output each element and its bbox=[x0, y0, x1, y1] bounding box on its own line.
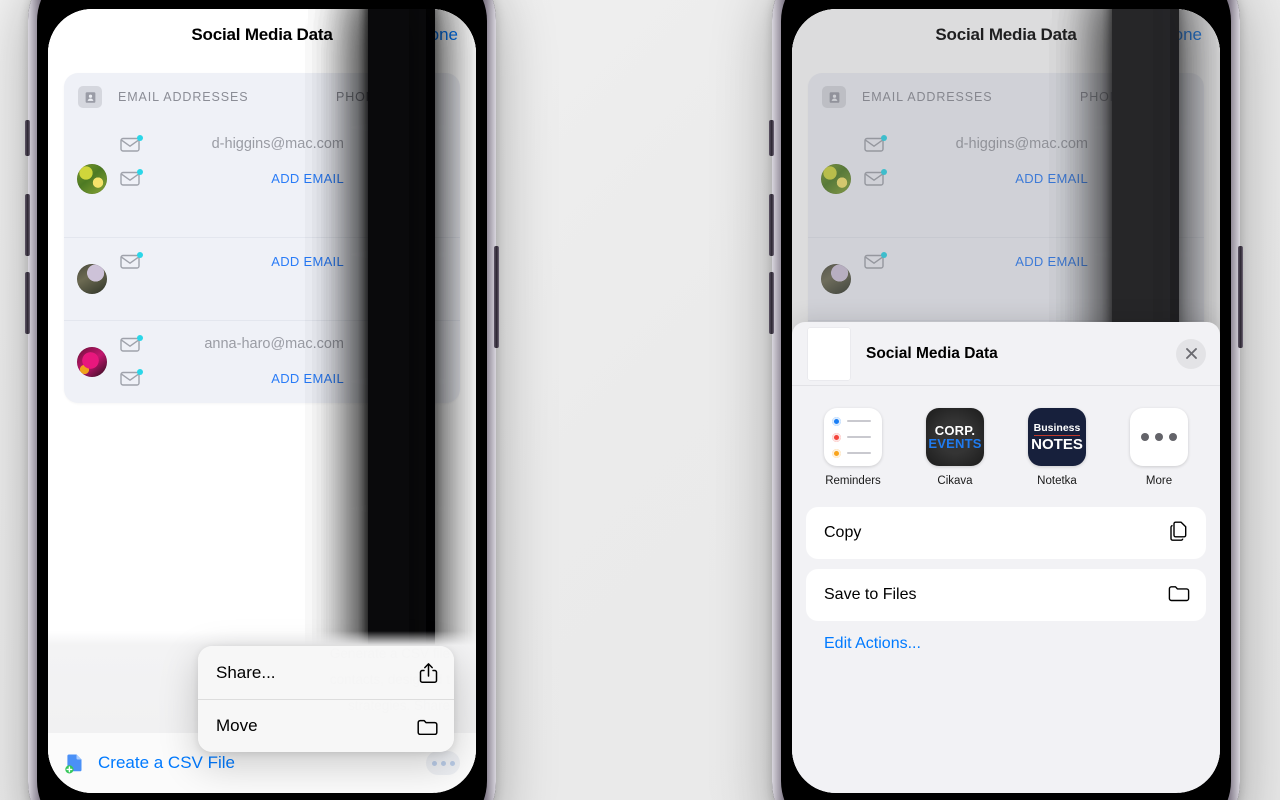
share-action-save-to-files[interactable]: Save to Files bbox=[806, 569, 1206, 621]
reminders-icon bbox=[824, 408, 882, 466]
notetka-icon: Business NOTES bbox=[1028, 408, 1086, 466]
notetka-icon-line-2: NOTES bbox=[1031, 435, 1083, 453]
avatar-cell bbox=[64, 238, 120, 320]
badge-dot bbox=[137, 368, 143, 375]
add-email-button[interactable]: ADD EMAIL bbox=[150, 254, 356, 269]
avatar-cell bbox=[64, 121, 120, 237]
share-sheet-title: Social Media Data bbox=[866, 344, 998, 362]
share-app-label-notetka: Notetka bbox=[1037, 475, 1077, 487]
table-body: d-higgins@mac.com(408) 555-ADD EMAIL(408… bbox=[64, 9, 460, 793]
share-actions-list: Copy Save to Files Edit Actions... bbox=[792, 497, 1220, 653]
column-header-email: EMAIL ADDRESSES bbox=[118, 90, 249, 104]
phone-right: Social Media Data Done EMAIL ADDRESSES P… bbox=[769, 0, 1243, 800]
share-app-notetka[interactable]: Business NOTES Notetka bbox=[1006, 408, 1108, 487]
notetka-icon-line-1: Business bbox=[1033, 421, 1081, 436]
csv-file-add-icon bbox=[62, 750, 88, 776]
contacts-icon bbox=[78, 86, 102, 108]
context-menu-label-share: Share... bbox=[216, 662, 276, 682]
add-phone-button[interactable]: ADD P bbox=[368, 9, 410, 793]
share-app-label-more: More bbox=[1145, 475, 1173, 487]
share-app-label-reminders: Reminders bbox=[825, 475, 881, 487]
close-icon[interactable] bbox=[1176, 338, 1206, 369]
share-action-label-save: Save to Files bbox=[824, 586, 917, 603]
email-cell[interactable]: ADD EMAIL bbox=[120, 368, 356, 386]
contacts-table: EMAIL ADDRESSES PHONE NUMBI d-higgins@ma… bbox=[64, 9, 460, 793]
shortcut-editor-right: Social Media Data Done EMAIL ADDRESSES P… bbox=[792, 9, 1220, 793]
row-cells: anna-haro@mac.com555-522-ADD EMAILADD P bbox=[120, 9, 460, 793]
copy-icon bbox=[1168, 520, 1190, 547]
email-value: d-higgins@mac.com bbox=[211, 136, 344, 152]
cikava-icon-line-1: CORP. bbox=[934, 422, 976, 438]
envelope-icon bbox=[120, 334, 143, 352]
context-menu: Share... Move bbox=[198, 646, 454, 752]
email-cell: anna-haro@mac.com bbox=[120, 334, 356, 352]
silent-switch-left[interactable] bbox=[25, 120, 30, 156]
avatar bbox=[77, 264, 107, 294]
table-row: anna-haro@mac.com555-522-ADD EMAILADD P bbox=[64, 9, 460, 793]
volume-up-button-left[interactable] bbox=[25, 194, 30, 256]
more-icon bbox=[1130, 408, 1188, 466]
folder-icon bbox=[1168, 584, 1190, 607]
envelope-icon bbox=[120, 251, 143, 269]
badge-dot bbox=[137, 334, 143, 341]
phone-right-screen: Social Media Data Done EMAIL ADDRESSES P… bbox=[792, 9, 1220, 793]
context-menu-item-share[interactable]: Share... bbox=[198, 646, 454, 699]
ellipsis-icon[interactable] bbox=[426, 751, 460, 775]
envelope-icon bbox=[120, 368, 143, 386]
share-action-copy[interactable]: Copy bbox=[806, 507, 1206, 559]
share-app-reminders[interactable]: Reminders bbox=[802, 408, 904, 487]
envelope-icon bbox=[120, 134, 143, 152]
table-cell-line: ADD EMAIL ADD P bbox=[120, 9, 460, 793]
add-email-button[interactable]: ADD EMAIL bbox=[150, 371, 356, 386]
cikava-icon-line-2: EVENTS bbox=[928, 435, 982, 451]
avatar-cell bbox=[64, 321, 120, 403]
create-csv-label: Create a CSV File bbox=[98, 753, 235, 772]
share-icon bbox=[416, 662, 438, 684]
email-cell[interactable]: ADD EMAIL bbox=[120, 251, 356, 269]
badge-dot bbox=[137, 168, 143, 175]
screenshot-root: Social Media Data Done EMAIL ADDRESSES P… bbox=[0, 0, 1280, 800]
document-thumbnail bbox=[808, 327, 850, 380]
share-app-cikava[interactable]: CORP. EVENTS Cikava bbox=[904, 408, 1006, 487]
email-value: anna-haro@mac.com bbox=[204, 336, 344, 352]
folder-icon bbox=[416, 718, 438, 735]
email-cell: d-higgins@mac.com bbox=[120, 134, 356, 152]
silent-switch-right[interactable] bbox=[769, 120, 774, 156]
badge-dot bbox=[137, 134, 143, 141]
share-action-label-copy: Copy bbox=[824, 524, 862, 541]
avatar bbox=[77, 347, 107, 377]
add-email-button[interactable]: ADD EMAIL bbox=[150, 171, 356, 186]
share-sheet: Social Media Data Reminders CORP. EVENTS… bbox=[792, 322, 1220, 793]
volume-down-button-left[interactable] bbox=[25, 272, 30, 334]
avatar bbox=[77, 164, 107, 194]
cikava-icon: CORP. EVENTS bbox=[926, 408, 984, 466]
share-app-label-cikava: Cikava bbox=[937, 475, 973, 487]
edit-actions-button[interactable]: Edit Actions... bbox=[806, 631, 1206, 653]
context-menu-item-move[interactable]: Move bbox=[198, 699, 454, 752]
power-button-left[interactable] bbox=[494, 246, 499, 348]
shortcut-editor-left: Social Media Data Done EMAIL ADDRESSES P… bbox=[48, 9, 476, 793]
share-app-more[interactable]: More bbox=[1108, 408, 1210, 487]
badge-dot bbox=[137, 251, 143, 258]
power-button-right[interactable] bbox=[1238, 246, 1243, 348]
email-cell[interactable]: ADD EMAIL bbox=[120, 168, 356, 186]
context-menu-label-move: Move bbox=[216, 716, 258, 735]
page-title: Social Media Data bbox=[191, 25, 333, 44]
phone-cell[interactable]: ADD P bbox=[356, 9, 460, 793]
phone-left: Social Media Data Done EMAIL ADDRESSES P… bbox=[25, 0, 499, 800]
volume-up-button-right[interactable] bbox=[769, 194, 774, 256]
share-apps-row: Reminders CORP. EVENTS Cikava Business N… bbox=[792, 386, 1220, 497]
share-sheet-header: Social Media Data bbox=[792, 322, 1220, 386]
envelope-icon bbox=[120, 168, 143, 186]
volume-down-button-right[interactable] bbox=[769, 272, 774, 334]
phone-left-screen: Social Media Data Done EMAIL ADDRESSES P… bbox=[48, 9, 476, 793]
